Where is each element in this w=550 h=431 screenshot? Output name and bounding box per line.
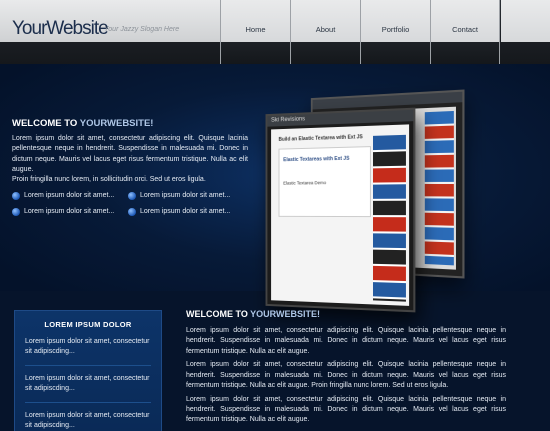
bullet-label: Lorem ipsum dolor sit amet... bbox=[24, 192, 115, 199]
bullet-item[interactable]: Lorem ipsum dolor sit amet... bbox=[128, 206, 244, 217]
bullet-item[interactable]: Lorem ipsum dolor sit amet... bbox=[12, 206, 128, 217]
hero-paragraph: Lorem ipsum dolor sit amet, consectetur … bbox=[12, 135, 248, 173]
nav-filler bbox=[501, 0, 550, 42]
hero-text: Lorem ipsum dolor sit amet, consectetur … bbox=[12, 134, 248, 185]
hero-title-highlight: YOURWEBSITE! bbox=[79, 118, 154, 129]
nav-item-contact[interactable]: Contact bbox=[430, 0, 500, 64]
nav-label: About bbox=[315, 25, 336, 34]
nav-item-about[interactable]: About bbox=[290, 0, 360, 64]
nav-label: Contact bbox=[452, 25, 478, 34]
screenshot-headline: Build an Elastic Textarea with Ext JS bbox=[278, 134, 363, 143]
bullet-item[interactable]: Lorem ipsum dolor sit amet... bbox=[128, 190, 244, 201]
hero-section: WELCOME TO YOURWEBSITE! Lorem ipsum dolo… bbox=[0, 64, 550, 313]
main-title: WELCOME TO YOURWEBSITE! bbox=[186, 309, 320, 319]
hero-title: WELCOME TO YOURWEBSITE! bbox=[12, 118, 153, 129]
main-title-prefix: WELCOME TO bbox=[186, 309, 251, 319]
sidebar-item[interactable]: Lorem ipsum dolor sit amet, consectetur … bbox=[25, 366, 151, 403]
hero-title-prefix: WELCOME TO bbox=[12, 118, 80, 129]
sidebar-box: LOREM IPSUM DOLOR Lorem ipsum dolor sit … bbox=[14, 310, 162, 431]
site-slogan: Your Jazzy Slogan Here bbox=[104, 26, 180, 33]
main-paragraph: Lorem ipsum dolor sit amet, consectetur … bbox=[186, 395, 506, 424]
main-text: Lorem ipsum dolor sit amet, consectetur … bbox=[186, 326, 506, 429]
bullet-label: Lorem ipsum dolor sit amet... bbox=[140, 192, 231, 199]
site-logo[interactable]: YourWebsite bbox=[12, 18, 109, 40]
bullet-label: Lorem ipsum dolor sit amet... bbox=[140, 208, 231, 215]
bullet-item[interactable]: Lorem ipsum dolor sit amet... bbox=[12, 190, 128, 201]
main-title-highlight: YOURWEBSITE! bbox=[250, 309, 321, 319]
screenshot-content: Build an Elastic Textarea with Ext JS El… bbox=[271, 124, 410, 306]
bullet-icon bbox=[12, 207, 20, 216]
bullet-icon bbox=[128, 207, 136, 216]
sidebar-item[interactable]: Lorem ipsum dolor sit amet, consectetur … bbox=[25, 403, 151, 431]
bullet-label: Lorem ipsum dolor sit amet... bbox=[24, 208, 115, 215]
nav-label: Portfolio bbox=[381, 25, 410, 34]
sidebar-title: LOREM IPSUM DOLOR bbox=[44, 320, 132, 329]
screenshot-box-subtitle: Elastic Textarea Demo bbox=[283, 180, 327, 186]
hero-bullet-list: Lorem ipsum dolor sit amet... Lorem ipsu… bbox=[12, 190, 252, 217]
sidebar-item[interactable]: Lorem ipsum dolor sit amet, consectetur … bbox=[25, 329, 151, 366]
main-paragraph: Lorem ipsum dolor sit amet, consectetur … bbox=[186, 327, 506, 355]
bullet-icon bbox=[12, 191, 20, 200]
screenshot-ad-column bbox=[373, 134, 406, 302]
logo-text-part2: Website bbox=[46, 18, 108, 39]
hero-paragraph-2: Proin fringilla nunc lorem, in sollicitu… bbox=[12, 176, 206, 184]
screenshot-preview-box: Elastic Textareas with Ext JS Elastic Te… bbox=[278, 146, 371, 218]
screenshot-box-title: Elastic Textareas with Ext JS bbox=[283, 155, 350, 164]
screenshot-ad-column bbox=[424, 110, 454, 266]
portfolio-screenshot-front[interactable]: Ski Revisions Build an Elastic Textarea … bbox=[265, 107, 416, 313]
nav-item-home[interactable]: Home bbox=[220, 0, 290, 64]
nav-item-portfolio[interactable]: Portfolio bbox=[360, 0, 430, 64]
bullet-icon bbox=[128, 191, 136, 200]
header: YourWebsite Your Jazzy Slogan Here Home … bbox=[0, 0, 550, 64]
logo-text-part1: Your bbox=[12, 18, 47, 39]
nav-label: Home bbox=[245, 25, 266, 34]
main-nav: Home About Portfolio Contact bbox=[220, 0, 500, 64]
main-paragraph: Lorem ipsum dolor sit amet, consectetur … bbox=[186, 361, 506, 389]
